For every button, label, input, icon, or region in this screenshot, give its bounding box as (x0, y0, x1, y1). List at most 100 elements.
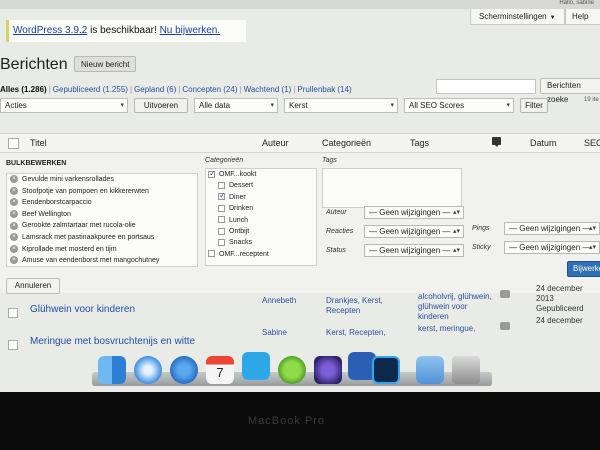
category-filter-select[interactable]: Kerst ▾ (284, 98, 398, 113)
bulk-action-select[interactable]: Acties ▾ (0, 98, 128, 113)
row-checkbox[interactable] (8, 308, 18, 318)
remove-item-icon[interactable]: × (10, 256, 18, 265)
status-filter-wachtend[interactable]: Wachtend (1) (244, 85, 292, 94)
select-all-checkbox[interactable] (8, 138, 19, 149)
category-checkbox[interactable] (218, 216, 225, 224)
post-author-link[interactable]: Annebeth (262, 296, 296, 305)
filter-button[interactable]: Filter (520, 98, 548, 113)
status-filter-concepten[interactable]: Concepten (24) (182, 85, 237, 94)
photoshop-icon[interactable] (372, 356, 400, 384)
comment-count-icon[interactable] (500, 322, 510, 330)
calendar-icon[interactable]: 7 (206, 356, 234, 384)
column-seo[interactable]: SEO (584, 138, 600, 148)
bulk-edit-panel: BULKBEWERKEN × Gevulde mini varkensrollad… (0, 153, 600, 294)
update-now-link[interactable]: Nu bijwerken. (160, 25, 221, 36)
search-posts-button[interactable]: Berichten zoeke (540, 78, 600, 104)
bulk-author-select[interactable]: — Geen wijzigingen — ▴▾ (364, 206, 464, 219)
screen-options-label: Scherminstellingen (479, 12, 547, 21)
post-date: 24 december 2013 Gepubliceerd (536, 284, 584, 313)
post-title-link[interactable]: Meringue met bosvruchtenijs en witte (30, 336, 195, 347)
help-label: Help (572, 12, 589, 21)
admin-user[interactable]: Hallo, sabine (559, 0, 594, 6)
category-checkbox[interactable] (218, 204, 225, 212)
post-categories[interactable]: Drankjes, Kerst, Recepten (326, 296, 383, 316)
post-categories[interactable]: Kerst, Recepten, (326, 328, 386, 338)
remove-item-icon[interactable]: × (10, 233, 18, 242)
category-checkbox[interactable] (208, 169, 216, 179)
category-option[interactable]: Lunch (206, 215, 316, 226)
post-author-link[interactable]: Sabine (262, 328, 287, 337)
category-option[interactable]: Drinken (206, 203, 316, 214)
remove-item-icon[interactable]: × (10, 244, 18, 253)
category-filter-value: Kerst (289, 101, 308, 110)
status-filter-prullenbak[interactable]: Prullenbak (14) (297, 85, 351, 94)
status-filter-gepubliceerd[interactable]: Gepubliceerd (1.255) (53, 85, 128, 94)
category-checkbox[interactable] (218, 182, 225, 190)
row-checkbox[interactable] (8, 340, 18, 350)
cancel-button[interactable]: Annuleren (6, 278, 60, 294)
bulk-reactions-select[interactable]: — Geen wijzigingen — ▴▾ (364, 225, 464, 238)
finder-icon[interactable] (98, 356, 126, 384)
category-option[interactable]: OMF...receptent (206, 249, 316, 260)
remove-item-icon[interactable]: × (10, 186, 18, 195)
bulk-author-label: Auteur (326, 209, 347, 216)
remove-item-icon[interactable]: × (10, 209, 18, 218)
utorrent-icon[interactable] (278, 356, 306, 384)
bulk-status-select[interactable]: — Geen wijzigingen — ▴▾ (364, 244, 464, 257)
category-option[interactable]: Snacks (206, 237, 316, 248)
comment-count-icon[interactable] (500, 290, 510, 298)
bulk-status-label: Status (326, 247, 346, 254)
trash-icon[interactable] (452, 356, 480, 384)
table-header: Titel Auteur Categorieën Tags Datum SEO (0, 133, 600, 153)
bulk-edit-item: × Kiprollade met mosterd en tijm (7, 244, 197, 256)
select-caret-icon: ▾ (506, 102, 510, 109)
bulk-sticky-select[interactable]: — Geen wijzigingen — ▴▾ (504, 241, 600, 254)
category-checkbox[interactable] (218, 227, 225, 235)
status-filter-alles[interactable]: Alles (1.286) (0, 85, 47, 94)
safari-icon[interactable] (134, 356, 162, 384)
bulk-tags-heading: Tags (322, 157, 337, 164)
category-checkbox[interactable] (218, 239, 225, 246)
update-notice-version-link[interactable]: WordPress 3.9.2 (13, 25, 87, 36)
select-caret-icon: ▾ (270, 102, 274, 109)
screen-options-tab[interactable]: Scherminstellingen ▼ (470, 9, 565, 25)
folder-icon[interactable] (416, 356, 444, 384)
category-option[interactable]: Ontbijt (206, 226, 316, 237)
new-post-button[interactable]: Nieuw bericht (74, 56, 137, 72)
post-tags[interactable]: alcoholvrij, glühwein, glühwein voor kinde… (418, 292, 492, 322)
remove-item-icon[interactable]: × (10, 198, 18, 207)
bulk-tags-textarea[interactable] (322, 168, 462, 208)
category-label: Ontbijt (229, 227, 250, 235)
filter-separator: | (129, 85, 133, 94)
remove-item-icon[interactable]: × (10, 175, 18, 184)
category-checkbox[interactable] (218, 190, 226, 202)
column-date[interactable]: Datum (530, 138, 557, 148)
category-option[interactable]: Diner (206, 190, 316, 203)
remove-item-icon[interactable]: × (10, 221, 18, 230)
filter-separator: | (293, 85, 296, 94)
column-title[interactable]: Titel (30, 138, 47, 148)
bulk-edit-item-label: Gevulde mini varkensrollades (22, 176, 114, 183)
items-count: 19 ite (584, 97, 599, 103)
twitter-icon[interactable] (242, 352, 270, 380)
bulk-edit-item: × Eendenborstcarpaccio (7, 197, 197, 209)
bulk-update-button[interactable]: Bijwerken (567, 261, 600, 277)
category-option[interactable]: OMF...kookt (206, 169, 316, 180)
search-input[interactable] (436, 79, 536, 94)
seo-filter-select[interactable]: All SEO Scores ▾ (404, 98, 514, 113)
status-filter-gepland[interactable]: Gepland (6) (134, 85, 176, 94)
apply-button[interactable]: Uitvoeren (134, 98, 188, 113)
bulk-status-value: — Geen wijzigingen — (369, 246, 451, 255)
date-filter-value: Alle data (199, 101, 231, 110)
post-tags[interactable]: kerst, meringue, (418, 324, 475, 334)
date-filter-select[interactable]: Alle data ▾ (194, 98, 278, 113)
select-caret-icon: ▾ (120, 102, 124, 109)
help-tab[interactable]: Help (565, 9, 600, 25)
category-checkbox[interactable] (208, 250, 215, 258)
bulk-pings-select[interactable]: — Geen wijzigingen — ▴▾ (504, 222, 600, 235)
bulk-pings-value: — Geen wijzigingen — (509, 224, 591, 233)
app-store-icon[interactable] (170, 356, 198, 384)
post-title-link[interactable]: Glühwein voor kinderen (30, 304, 135, 315)
admin-bar: Hallo, sabine (0, 0, 600, 9)
imovie-icon[interactable] (314, 356, 342, 384)
